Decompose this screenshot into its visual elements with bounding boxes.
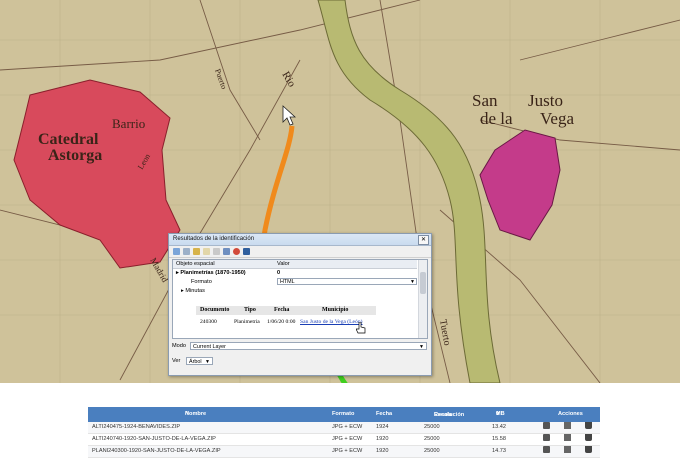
map-label-leon: Leon bbox=[136, 152, 152, 171]
cell-fecha: 1920 bbox=[376, 448, 389, 454]
view-row: Ver bbox=[172, 356, 180, 366]
view-select[interactable]: Árbol ▼ bbox=[186, 357, 213, 365]
copy-icon[interactable] bbox=[193, 248, 200, 255]
grid-scrollbar[interactable] bbox=[418, 260, 427, 338]
cell-fecha: 1920 bbox=[376, 436, 389, 442]
map-preview-icon[interactable] bbox=[543, 434, 550, 441]
map-label-catedral: Catedral bbox=[38, 131, 99, 148]
map-preview-icon[interactable] bbox=[543, 446, 550, 453]
mode-row: Modo bbox=[172, 341, 186, 351]
cell-mb: 15.58 bbox=[492, 436, 506, 442]
map-label-rio: Rio bbox=[279, 70, 298, 90]
cell-resolucion: 25000 bbox=[424, 448, 440, 454]
hand-cursor-icon bbox=[356, 322, 366, 334]
cell-documento: 240300 bbox=[200, 319, 217, 325]
cart-icon[interactable] bbox=[585, 434, 592, 441]
cell-mb: 14.73 bbox=[492, 448, 506, 454]
map-label-barrio: Barrio bbox=[112, 116, 145, 131]
header-acciones: Acciones bbox=[558, 411, 583, 417]
chevron-down-icon: ▼ bbox=[205, 359, 210, 365]
zoom-to-feature-icon[interactable] bbox=[223, 248, 230, 255]
map-label-san: San bbox=[472, 91, 498, 110]
downloads-table-header: Nombre ^ Formato Fecha Resolución /Escal… bbox=[88, 407, 600, 433]
cell-resolucion: 25000 bbox=[424, 424, 440, 430]
close-icon[interactable]: ✕ bbox=[418, 235, 429, 245]
cell-resolucion: 25000 bbox=[424, 436, 440, 442]
mode-label: Modo bbox=[172, 343, 186, 349]
header-fecha[interactable]: Fecha bbox=[376, 407, 392, 422]
table-row: PLANI240300-1920-SAN-JUSTO-DE-LA-VEGA.ZI… bbox=[88, 446, 600, 458]
dialog-toolbar bbox=[169, 246, 431, 258]
highlight-icon[interactable] bbox=[233, 248, 240, 255]
downloads-table: Nombre ^ Formato Fecha Resolución /Escal… bbox=[88, 407, 600, 459]
tree-row-minutas-name: ▸ Minutas bbox=[181, 288, 205, 294]
dialog-title: Resultados de la identificación bbox=[173, 236, 255, 242]
attribute-table-header: Documento Tipo Fecha Municipio bbox=[196, 306, 376, 315]
map-label-dela: de la bbox=[480, 109, 513, 128]
metadata-icon[interactable] bbox=[564, 434, 571, 441]
attribute-table: Documento Tipo Fecha Municipio 240300 Pl… bbox=[196, 304, 376, 334]
cell-mb: 13.42 bbox=[492, 424, 506, 430]
map-label-vega: Vega bbox=[540, 109, 574, 128]
col-municipio: Municipio bbox=[322, 307, 349, 313]
dialog-titlebar[interactable]: Resultados de la identificación ✕ bbox=[169, 234, 431, 246]
map-label-puerto: Puerto bbox=[213, 68, 229, 91]
grid-header-object: Objeto espacial bbox=[176, 261, 215, 267]
col-fecha: Fecha bbox=[274, 307, 290, 313]
col-documento: Documento bbox=[200, 307, 230, 313]
map-label-tuerto: Tuerto bbox=[437, 319, 452, 347]
map-label-astorga: Astorga bbox=[48, 147, 102, 164]
cell-nombre: PLANI240300-1920-SAN-JUSTO-DE-LA-VEGA.ZI… bbox=[92, 448, 221, 454]
cell-nombre: ALTI240475-1924-BENAVIDES.ZIP bbox=[92, 424, 181, 430]
tree-row-format-label: Formato bbox=[191, 279, 212, 285]
tree-row-format[interactable]: Formato HTML ▼ bbox=[173, 278, 417, 286]
identify-results-dialog[interactable]: Resultados de la identificación ✕ Objeto… bbox=[168, 233, 432, 376]
collapse-icon[interactable] bbox=[183, 248, 190, 255]
metadata-icon[interactable] bbox=[564, 446, 571, 453]
print-icon[interactable] bbox=[203, 248, 210, 255]
table-row: ALTI240740-1920-SAN-JUSTO-DE-LA-VEGA.ZIP… bbox=[88, 434, 600, 446]
results-tree-grid[interactable]: Objeto espacial Valor ▸ Planimetrías (18… bbox=[172, 259, 428, 339]
cell-nombre: ALTI240740-1920-SAN-JUSTO-DE-LA-VEGA.ZIP bbox=[92, 436, 216, 442]
metadata-icon[interactable] bbox=[564, 422, 571, 429]
chevron-down-icon: ▼ bbox=[410, 279, 415, 285]
col-tipo: Tipo bbox=[244, 307, 256, 313]
cart-icon[interactable] bbox=[585, 422, 592, 429]
cell-formato: JPG + ECW bbox=[332, 424, 363, 430]
map-preview-icon[interactable] bbox=[543, 422, 550, 429]
map-label-justo: Justo bbox=[528, 91, 563, 110]
cart-icon[interactable] bbox=[585, 446, 592, 453]
sort-up-icon: ^ bbox=[185, 411, 189, 417]
mode-select[interactable]: Current Layer ▼ bbox=[190, 342, 427, 350]
tree-row-layer-name: ▸ Planimetrías (1870-1950) bbox=[176, 270, 246, 276]
sort-up-icon: ^ bbox=[496, 411, 500, 417]
expand-icon[interactable] bbox=[173, 248, 180, 255]
cell-formato: JPG + ECW bbox=[332, 448, 363, 454]
tree-row-layer[interactable]: ▸ Planimetrías (1870-1950) 0 bbox=[173, 269, 417, 277]
view-label: Ver bbox=[172, 358, 181, 364]
scrollbar-thumb[interactable] bbox=[420, 272, 426, 294]
attribute-row: 240300 Planimetria 1/06/20 0:00 San Just… bbox=[196, 318, 376, 327]
cell-fecha: 1/06/20 0:00 bbox=[267, 319, 296, 325]
cell-tipo: Planimetria bbox=[234, 319, 260, 325]
cell-fecha: 1924 bbox=[376, 424, 389, 430]
grid-header-value: Valor bbox=[277, 261, 290, 267]
municipio-link[interactable]: San Justo de la Vega (León) bbox=[300, 318, 363, 327]
tree-row-minutas[interactable]: ▸ Minutas bbox=[173, 287, 417, 295]
clear-icon[interactable] bbox=[213, 248, 220, 255]
format-select[interactable]: HTML ▼ bbox=[277, 278, 417, 285]
chevron-down-icon: ▼ bbox=[419, 344, 424, 350]
table-row: ALTI240475-1924-BENAVIDES.ZIP JPG + ECW … bbox=[88, 422, 600, 434]
tree-row-layer-value: 0 bbox=[277, 270, 281, 276]
grid-header: Objeto espacial Valor bbox=[173, 260, 417, 269]
cell-formato: JPG + ECW bbox=[332, 436, 363, 442]
help-icon[interactable] bbox=[243, 248, 250, 255]
header-formato[interactable]: Formato bbox=[332, 407, 354, 422]
header-resolucion[interactable]: Resolución /Escala bbox=[414, 408, 464, 433]
